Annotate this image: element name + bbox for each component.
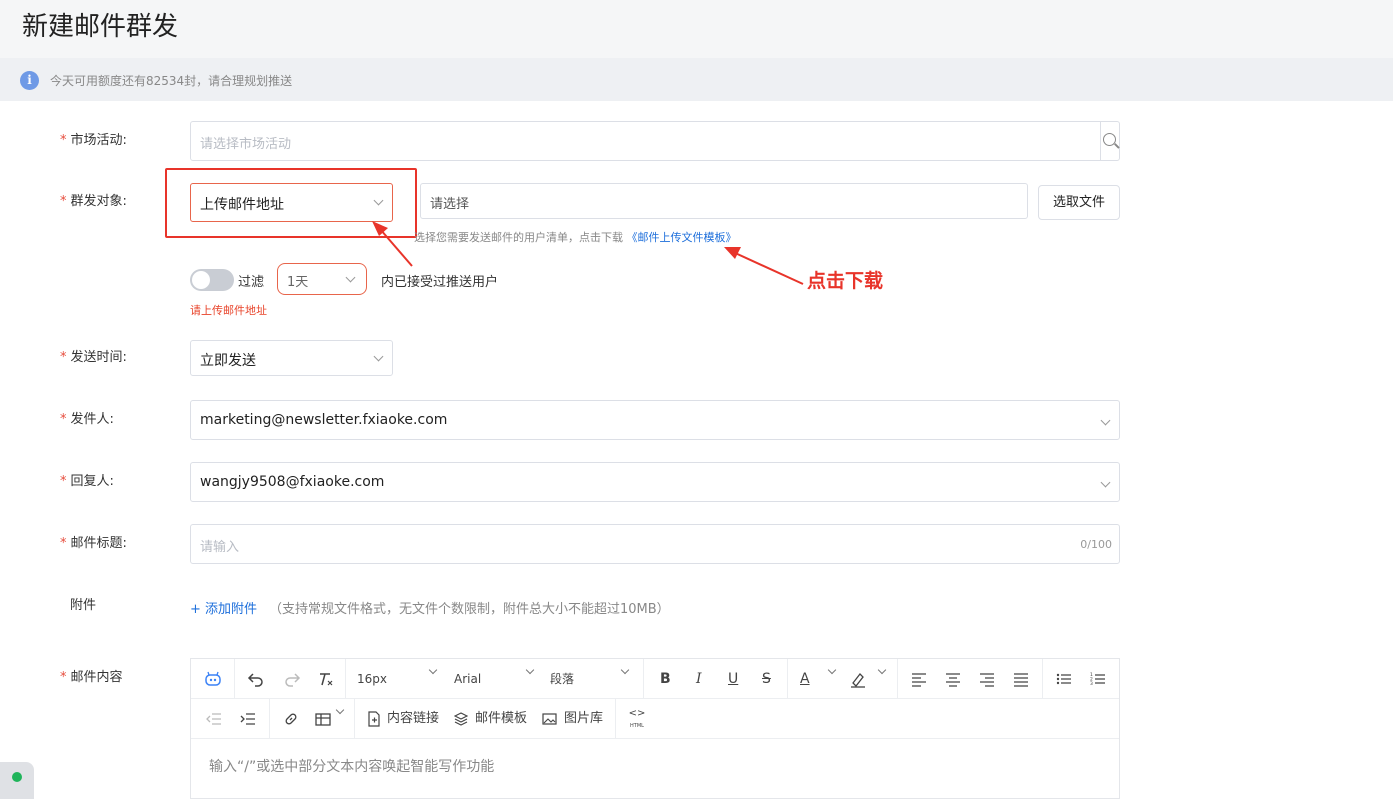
chevron-down-icon: [373, 351, 384, 362]
reply-to-label: * 回复人:: [60, 474, 114, 489]
editor-placeholder: 输入“/”或选中部分文本内容唤起智能写作功能: [209, 759, 495, 775]
svg-text:3: 3: [1090, 681, 1093, 687]
bold-icon[interactable]: B: [660, 667, 671, 691]
redo-icon[interactable]: [283, 667, 301, 691]
align-justify-icon[interactable]: [1013, 667, 1029, 691]
subject-label: * 邮件标题:: [60, 536, 127, 551]
content-link-icon[interactable]: [367, 707, 381, 731]
attachment-label: 附件: [70, 598, 97, 613]
editor-toolbar-row-1: 16px Arial 段落 B I U S A 1 2 3: [191, 659, 1119, 699]
chevron-down-icon: [335, 705, 345, 715]
annotation-text: 点击下载: [807, 270, 884, 292]
floating-assistant-widget[interactable]: [0, 762, 34, 799]
font-color-icon[interactable]: A: [800, 667, 810, 691]
numbered-list-icon[interactable]: 1 2 3: [1090, 667, 1106, 691]
undo-icon[interactable]: [247, 667, 265, 691]
mail-template-button[interactable]: 邮件模板: [475, 707, 527, 731]
html-source-icon[interactable]: <> HTML: [627, 707, 647, 731]
sender-value: marketing@newsletter.fxiaoke.com: [200, 412, 448, 428]
add-attachment-button[interactable]: + 添加附件: [190, 598, 257, 617]
outdent-icon[interactable]: [206, 707, 222, 731]
chevron-down-icon: [877, 665, 887, 675]
content-link-button[interactable]: 内容链接: [387, 707, 439, 731]
online-status-icon: [12, 772, 22, 782]
rich-text-editor[interactable]: 16px Arial 段落 B I U S A 1 2 3 内容链接 邮件模板 …: [190, 658, 1120, 799]
content-label: * 邮件内容: [60, 670, 123, 685]
table-icon[interactable]: [315, 707, 331, 731]
underline-icon[interactable]: U: [728, 667, 738, 691]
align-left-icon[interactable]: [911, 667, 927, 691]
highlight-color-icon[interactable]: [849, 667, 867, 691]
chevron-down-icon: [1100, 477, 1111, 488]
required-star: *: [60, 536, 67, 551]
editor-toolbar-row-2: 内容链接 邮件模板 图片库 <> HTML: [191, 699, 1119, 739]
required-star: *: [60, 474, 67, 489]
chevron-down-icon: [1100, 415, 1111, 426]
sender-select[interactable]: marketing@newsletter.fxiaoke.com: [190, 400, 1120, 440]
block-format-select[interactable]: 段落: [550, 667, 574, 691]
chevron-down-icon: [620, 665, 630, 675]
required-star: *: [60, 670, 67, 685]
sender-label: * 发件人:: [60, 412, 114, 427]
image-library-button[interactable]: 图片库: [564, 707, 603, 731]
reply-to-select[interactable]: wangjy9508@fxiaoke.com: [190, 462, 1120, 502]
subject-counter: 0/100: [1080, 538, 1112, 551]
attachment-note: （支持常规文件格式，无文件个数限制，附件总大小不能超过10MB）: [269, 602, 670, 617]
subject-input[interactable]: 请输入 0/100: [190, 524, 1120, 564]
font-size-select[interactable]: 16px: [357, 667, 387, 691]
send-time-label: * 发送时间:: [60, 350, 127, 365]
italic-icon[interactable]: I: [696, 667, 702, 691]
align-center-icon[interactable]: [945, 667, 961, 691]
send-time-select[interactable]: 立即发送: [190, 340, 393, 376]
image-icon[interactable]: [542, 707, 557, 731]
reply-to-value: wangjy9508@fxiaoke.com: [200, 474, 385, 490]
required-star: *: [60, 412, 67, 427]
page-root: 新建邮件群发 i 今天可用额度还有82534封，请合理规划推送 * 市场活动: 请…: [0, 0, 1393, 799]
chevron-down-icon: [428, 665, 438, 675]
link-icon[interactable]: [283, 707, 299, 731]
strikethrough-icon[interactable]: S: [762, 667, 771, 691]
clear-format-icon[interactable]: [317, 667, 335, 691]
bullet-list-icon[interactable]: [1056, 667, 1072, 691]
font-family-select[interactable]: Arial: [454, 667, 481, 691]
send-time-value: 立即发送: [200, 353, 256, 369]
chevron-down-icon: [525, 665, 535, 675]
chevron-down-icon: [827, 665, 837, 675]
indent-icon[interactable]: [240, 707, 256, 731]
layers-icon[interactable]: [454, 707, 468, 731]
align-right-icon[interactable]: [979, 667, 995, 691]
ai-assistant-icon[interactable]: [203, 667, 223, 691]
subject-placeholder: 请输入: [200, 540, 240, 555]
required-star: *: [60, 350, 67, 365]
